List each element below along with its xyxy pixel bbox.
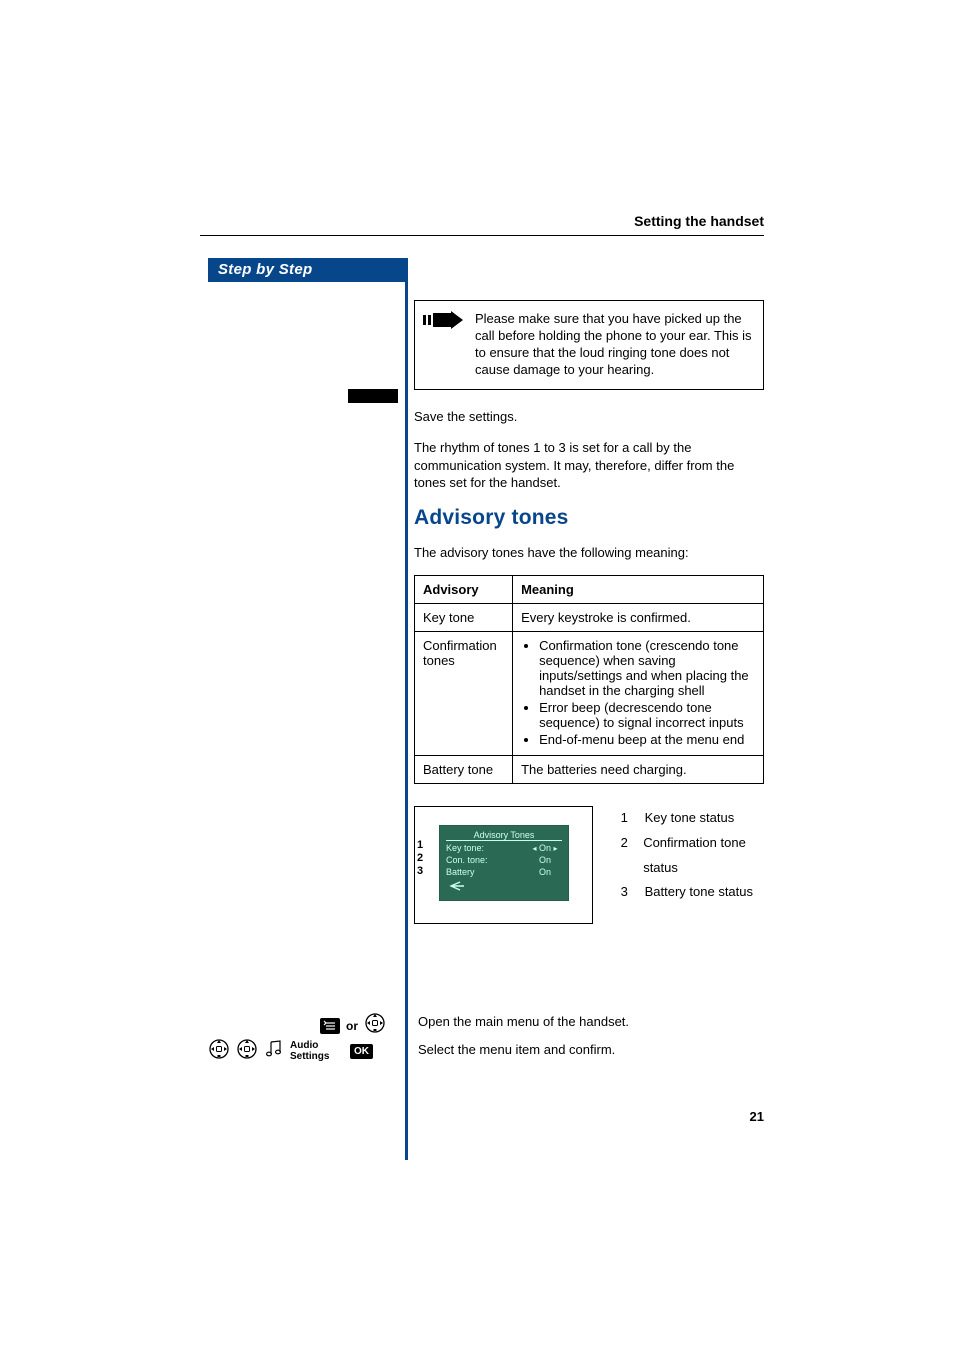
cell-advisory: Key tone <box>415 604 513 632</box>
lcd-value: On <box>528 867 562 879</box>
save-key-placeholder-icon <box>348 389 398 403</box>
lcd-title: Advisory Tones <box>446 830 562 841</box>
menu-key-icon <box>320 1018 340 1034</box>
step-select-item-keys: Audio Settings OK <box>208 1038 373 1065</box>
callout-numbers: 1 2 3 <box>417 839 423 877</box>
rhythm-info-text: The rhythm of tones 1 to 3 is set for a … <box>414 439 764 492</box>
callout-1: 1 <box>417 839 423 852</box>
sidebar-step-by-step: Step by Step <box>208 258 408 282</box>
bullet: Confirmation tone (crescendo tone sequen… <box>539 638 755 698</box>
lcd-label: Con. tone: <box>446 855 488 867</box>
bullet: Error beep (decrescendo tone sequence) t… <box>539 700 755 730</box>
cell-meaning: Every keystroke is confirmed. <box>513 604 764 632</box>
menu-item-audio-settings: Audio Settings <box>290 1041 344 1062</box>
header-rule <box>200 235 764 236</box>
nav-control-icon <box>208 1038 230 1065</box>
lcd-row-contone: Con. tone: On <box>446 855 562 867</box>
step-select-item-text: Select the menu item and confirm. <box>418 1042 615 1057</box>
legend-num: 2 <box>621 831 630 880</box>
nav-control-icon <box>236 1038 258 1065</box>
legend-num: 1 <box>621 806 631 831</box>
lcd-value: On <box>539 843 551 853</box>
table-header-advisory: Advisory <box>415 576 513 604</box>
attention-arrow-icon <box>423 311 465 334</box>
lcd-screen: Advisory Tones Key tone: ◂ On ▸ Con. ton… <box>439 825 569 901</box>
header-section-title: Setting the handset <box>634 213 764 229</box>
cell-meaning: The batteries need charging. <box>513 756 764 784</box>
lcd-label: Key tone: <box>446 843 484 855</box>
music-note-icon <box>264 1039 284 1064</box>
table-row: Key tone Every keystroke is confirmed. <box>415 604 764 632</box>
nav-control-icon <box>364 1012 386 1039</box>
table-header-meaning: Meaning <box>513 576 764 604</box>
legend-text: Confirmation tone status <box>643 831 764 880</box>
handset-screen-illustration: 1 2 3 Advisory Tones Key tone: ◂ On ▸ Co… <box>414 806 593 924</box>
callout-2: 2 <box>417 852 423 865</box>
page-number: 21 <box>750 1109 764 1124</box>
warning-note-text: Please make sure that you have picked up… <box>475 311 752 377</box>
step-open-menu-keys: or <box>320 1012 386 1039</box>
advisory-tones-table: Advisory Meaning Key tone Every keystrok… <box>414 575 764 784</box>
cell-meaning: Confirmation tone (crescendo tone sequen… <box>513 632 764 756</box>
lcd-row-keytone: Key tone: ◂ On ▸ <box>446 843 562 855</box>
legend-num: 3 <box>621 880 631 905</box>
bullet: End-of-menu beep at the menu end <box>539 732 755 747</box>
legend-text: Battery tone status <box>645 880 753 905</box>
lcd-softkey-back-icon <box>446 881 562 894</box>
or-label: or <box>346 1019 358 1033</box>
cell-advisory: Battery tone <box>415 756 513 784</box>
cell-advisory: Confirmation tones <box>415 632 513 756</box>
lcd-label: Battery <box>446 867 475 879</box>
screen-legend: 1 Key tone status 2 Confirmation tone stat… <box>621 806 764 905</box>
lcd-row-battery: Battery On <box>446 867 562 879</box>
table-row: Confirmation tones Confirmation tone (cr… <box>415 632 764 756</box>
sidebar-vertical-rule <box>405 258 408 1160</box>
heading-advisory-tones: Advisory tones <box>414 506 764 530</box>
warning-note: Please make sure that you have picked up… <box>414 300 764 390</box>
step-open-menu-text: Open the main menu of the handset. <box>418 1014 629 1029</box>
ok-softkey-icon: OK <box>350 1044 373 1059</box>
legend-text: Key tone status <box>645 806 735 831</box>
save-settings-text: Save the settings. <box>414 408 764 426</box>
table-row: Battery tone The batteries need charging… <box>415 756 764 784</box>
callout-3: 3 <box>417 865 423 878</box>
advisory-intro-text: The advisory tones have the following me… <box>414 544 764 562</box>
lcd-value: On <box>528 855 562 867</box>
